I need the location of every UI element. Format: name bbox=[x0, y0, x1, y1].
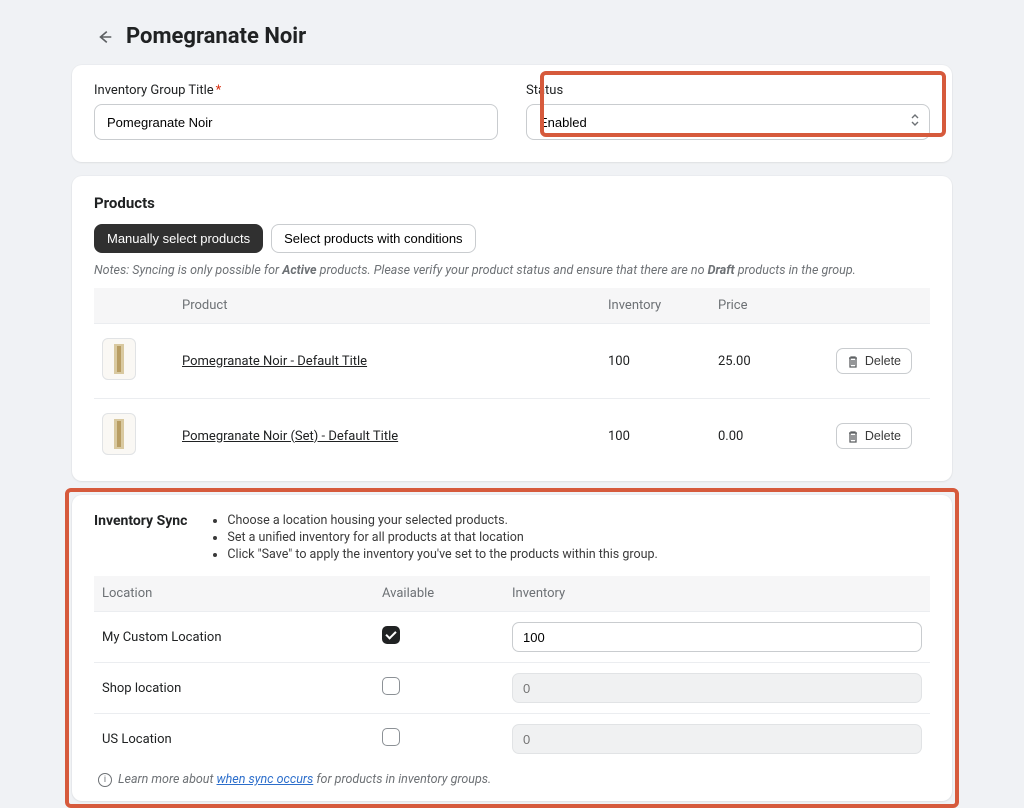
sync-bullet: Choose a location housing your selected … bbox=[227, 513, 657, 528]
product-price: 25.00 bbox=[710, 324, 820, 399]
inventory-input[interactable] bbox=[512, 622, 922, 652]
delete-button[interactable]: Delete bbox=[836, 348, 912, 374]
trash-icon bbox=[847, 430, 859, 443]
product-price: 0.00 bbox=[710, 399, 820, 474]
tab-conditions-products[interactable]: Select products with conditions bbox=[271, 224, 475, 253]
location-name: US Location bbox=[94, 714, 374, 765]
product-link[interactable]: Pomegranate Noir (Set) - Default Title bbox=[182, 429, 398, 444]
sync-bullet: Set a unified inventory for all products… bbox=[227, 530, 657, 545]
product-thumb bbox=[102, 413, 136, 455]
trash-icon bbox=[847, 355, 859, 368]
location-name: Shop location bbox=[94, 663, 374, 714]
info-icon: i bbox=[98, 773, 112, 787]
table-row: Pomegranate Noir (Set) - Default Title 1… bbox=[94, 399, 930, 474]
status-label: Status bbox=[526, 83, 930, 98]
card-inventory-sync: Inventory Sync Choose a location housing… bbox=[72, 495, 952, 801]
table-row: My Custom Location bbox=[94, 612, 930, 663]
table-row: Shop location bbox=[94, 663, 930, 714]
card-products: Products Manually select products Select… bbox=[72, 176, 952, 481]
col-price: Price bbox=[710, 288, 820, 324]
table-row: Pomegranate Noir - Default Title 100 25.… bbox=[94, 324, 930, 399]
title-label: Inventory Group Title* bbox=[94, 83, 498, 98]
back-arrow-icon[interactable] bbox=[96, 28, 114, 46]
card-title-status: Inventory Group Title* Status Enabled bbox=[72, 65, 952, 162]
location-name: My Custom Location bbox=[94, 612, 374, 663]
tab-manual-products[interactable]: Manually select products bbox=[94, 224, 263, 253]
available-checkbox[interactable] bbox=[382, 626, 400, 644]
required-asterisk: * bbox=[216, 83, 222, 98]
status-select[interactable]: Enabled bbox=[526, 104, 930, 140]
products-section-title: Products bbox=[94, 194, 930, 212]
learn-more-text: Learn more about when sync occurs for pr… bbox=[118, 772, 491, 787]
page-title: Pomegranate Noir bbox=[126, 24, 306, 49]
title-input[interactable] bbox=[94, 104, 498, 140]
locations-table: Location Available Inventory My Custom L… bbox=[94, 576, 930, 764]
inventory-input bbox=[512, 724, 922, 754]
product-inventory: 100 bbox=[600, 324, 710, 399]
products-note: Notes: Syncing is only possible for Acti… bbox=[94, 263, 930, 278]
inventory-input bbox=[512, 673, 922, 703]
products-table: Product Inventory Price Pomegranate Noir… bbox=[94, 288, 930, 473]
table-row: US Location bbox=[94, 714, 930, 765]
col-inventory: Inventory bbox=[600, 288, 710, 324]
sync-bullet: Click "Save" to apply the inventory you'… bbox=[227, 547, 657, 562]
col-inventory-loc: Inventory bbox=[504, 576, 930, 612]
available-checkbox[interactable] bbox=[382, 677, 400, 695]
sync-section-title: Inventory Sync bbox=[94, 513, 187, 564]
learn-more-link[interactable]: when sync occurs bbox=[217, 772, 314, 787]
product-link[interactable]: Pomegranate Noir - Default Title bbox=[182, 354, 367, 369]
col-location: Location bbox=[94, 576, 374, 612]
product-inventory: 100 bbox=[600, 399, 710, 474]
product-thumb bbox=[102, 338, 136, 380]
col-available: Available bbox=[374, 576, 504, 612]
available-checkbox[interactable] bbox=[382, 728, 400, 746]
col-product: Product bbox=[174, 288, 600, 324]
delete-button[interactable]: Delete bbox=[836, 423, 912, 449]
